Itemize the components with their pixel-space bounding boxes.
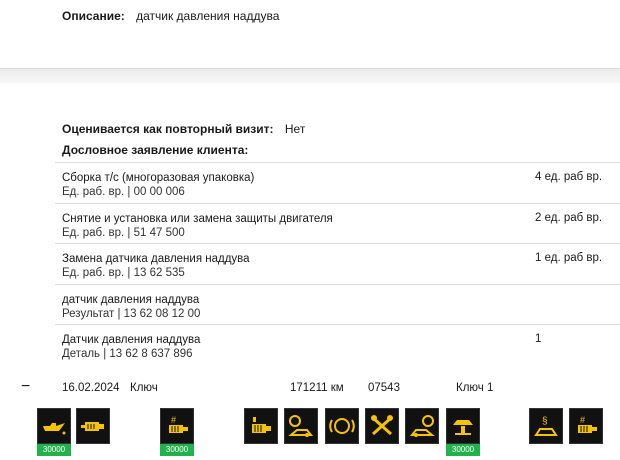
repeat-visit-label: Оценивается как повторный визит: — [62, 122, 274, 136]
visit-code: 07543 — [368, 382, 400, 394]
item-amount: 2 ед. раб вр. — [535, 211, 603, 224]
hash-filter-icon: # — [169, 415, 188, 433]
visit-key: Ключ 1 — [456, 382, 494, 394]
item-code: Ед. раб. вр. | 13 62 535 — [62, 267, 185, 279]
service-tile[interactable] — [76, 408, 110, 460]
fuel-filter-icon — [252, 417, 271, 433]
list-item[interactable]: Датчик давления наддува Деталь | 13 62 8… — [55, 324, 620, 365]
vehicle-lift-icon — [453, 420, 473, 435]
repeat-visit-line: Оценивается как повторный визит: Нет — [62, 122, 305, 136]
visit-key-label: Ключ — [130, 382, 158, 394]
work-items-list: Сборка т/с (многоразовая упаковка) Ед. р… — [55, 162, 620, 365]
repeat-visit-value: Нет — [284, 122, 306, 136]
engine-filter-icon — [81, 422, 104, 431]
rear-brakes-icon — [409, 415, 435, 437]
front-brakes-icon — [288, 415, 314, 437]
item-code: Ед. раб. вр. | 00 00 006 — [62, 186, 185, 198]
tile-interval: 30000 — [446, 444, 480, 456]
visit-mileage: 171211 км — [290, 382, 344, 394]
service-tile[interactable]: 30000 — [446, 408, 480, 460]
collapse-button[interactable]: − — [21, 378, 30, 396]
svg-text:#: # — [580, 415, 585, 425]
tile-interval: 30000 — [160, 444, 194, 456]
tile-interval: 30000 — [37, 444, 71, 456]
svg-text:§: § — [542, 416, 548, 427]
description-value: датчик давления наддува — [136, 9, 280, 23]
item-code: Деталь | 13 62 8 637 896 — [62, 348, 193, 360]
service-tile[interactable] — [325, 408, 359, 460]
description-line: Описание: датчик давления наддува — [62, 9, 279, 23]
service-tiles: 30000 # 30000 30000 § # — [0, 408, 620, 460]
list-item[interactable]: Сборка т/с (многоразовая упаковка) Ед. р… — [55, 162, 620, 203]
service-tile[interactable]: 30000 — [37, 408, 71, 460]
service-tile[interactable] — [405, 408, 439, 460]
service-tile[interactable] — [365, 408, 399, 460]
item-code: Ед. раб. вр. | 51 47 500 — [62, 226, 185, 239]
item-code: Результат | 13 62 08 12 00 — [62, 307, 201, 320]
hash-filter-2-icon: # — [578, 415, 597, 433]
visit-row: − 16.02.2024 Ключ 171211 км 07543 Ключ 1 — [0, 378, 620, 400]
list-item[interactable]: Снятие и установка или замена защиты дви… — [55, 202, 620, 244]
list-item[interactable]: Замена датчика давления наддува Ед. раб.… — [55, 243, 620, 284]
service-tile[interactable] — [284, 408, 318, 460]
oil-can-icon — [43, 423, 66, 435]
description-label: Описание: — [62, 9, 125, 23]
svg-text:#: # — [171, 415, 176, 425]
list-item[interactable]: датчик давления наддува Результат | 13 6… — [55, 283, 620, 325]
item-title: датчик давления наддува — [62, 293, 200, 306]
service-tile[interactable]: # — [569, 408, 603, 460]
legal-inspection-icon: § — [534, 416, 558, 436]
customer-statement-label: Дословное заявление клиента: — [62, 143, 249, 157]
brake-warning-icon — [329, 418, 355, 434]
item-amount: 4 ед. раб вр. — [535, 171, 603, 183]
section-divider — [0, 68, 620, 83]
service-tile[interactable] — [244, 408, 278, 460]
service-tile[interactable]: § — [529, 408, 563, 460]
item-amount: 1 — [535, 333, 542, 345]
service-tile[interactable]: # 30000 — [160, 408, 194, 460]
tools-icon — [371, 415, 393, 436]
visit-date: 16.02.2024 — [62, 382, 120, 394]
item-amount: 1 ед. раб вр. — [535, 252, 603, 264]
